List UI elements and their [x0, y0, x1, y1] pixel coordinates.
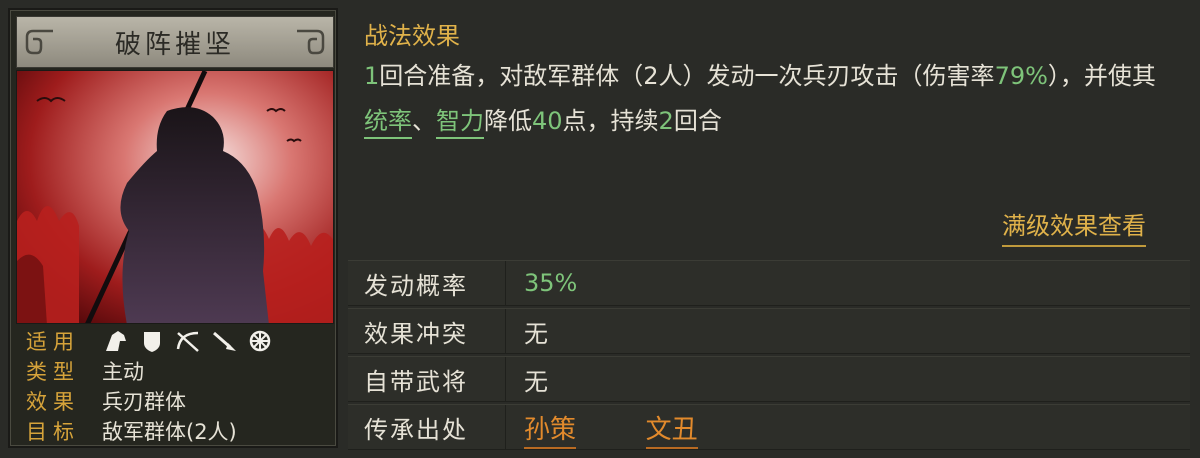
- row-innate-general: 自带武将 无: [348, 356, 1190, 402]
- innate-general-value: 无: [524, 367, 548, 396]
- desc-text: 、: [412, 107, 436, 135]
- desc-text: 点，持续: [562, 107, 659, 135]
- intelligence-stat-link[interactable]: 智力: [436, 107, 484, 139]
- row-effect-conflict: 效果冲突 无: [348, 308, 1190, 354]
- effect-conflict-value: 无: [524, 319, 548, 348]
- attr-value: 主动: [102, 360, 144, 384]
- attr-value: 兵刃群体: [102, 390, 186, 414]
- scroll-ornament-icon: [25, 29, 53, 55]
- row-activation-chance: 发动概率 35%: [348, 260, 1190, 306]
- shield-icon: [138, 329, 166, 353]
- desc-text: 回合: [673, 107, 722, 135]
- damage-rate: 79%: [994, 62, 1048, 90]
- attr-row-target: 目标 敌军群体(2人): [22, 416, 332, 446]
- attr-row-applicable: 适用: [22, 326, 332, 356]
- wheel-icon: [246, 329, 274, 353]
- skill-info-rows: 发动概率 35% 效果冲突 无 自带武将 无 传承出处 孙策 文丑: [348, 260, 1190, 452]
- skill-card: 破阵摧坚 适用 类型 主动 效果 兵刃群体 目标 敌军群体(2人): [8, 8, 338, 448]
- skill-attributes: 适用 类型 主动 效果 兵刃群体 目标 敌军群体(2人): [22, 326, 332, 446]
- prep-turns: 1: [364, 62, 380, 90]
- skill-name: 破阵摧坚: [114, 29, 235, 60]
- view-max-level-effect-link[interactable]: 满级效果查看: [1002, 206, 1146, 247]
- effect-title: 战法效果: [364, 22, 460, 50]
- effect-panel: 战法效果 1回合准备，对敌军群体（2人）发动一次兵刃攻击（伤害率79%），并使其…: [348, 8, 1190, 256]
- row-label: 效果冲突: [348, 309, 506, 353]
- row-label: 自带武将: [348, 357, 506, 401]
- effect-description: 1回合准备，对敌军群体（2人）发动一次兵刃攻击（伤害率79%），并使其统率、智力…: [364, 54, 1174, 144]
- scroll-ornament-icon: [297, 29, 325, 55]
- command-stat-link[interactable]: 统率: [364, 107, 412, 139]
- row-label: 传承出处: [348, 405, 506, 449]
- attr-label: 类型: [26, 360, 80, 384]
- desc-text: 降低: [484, 107, 532, 135]
- hero-link-wen-chou[interactable]: 文丑: [645, 414, 698, 449]
- attr-row-type: 类型 主动: [22, 356, 332, 386]
- attr-value: 敌军群体(2人): [102, 420, 237, 444]
- row-inheritance-source: 传承出处 孙策 文丑: [348, 404, 1190, 450]
- reduction-amount: 40: [532, 107, 563, 135]
- attr-row-effect: 效果 兵刃群体: [22, 386, 332, 416]
- duration-turns: 2: [658, 107, 674, 135]
- skill-artwork: [16, 70, 334, 324]
- desc-text: ），并使其: [1047, 62, 1156, 90]
- spear-icon: [210, 329, 238, 353]
- attr-label: 适用: [26, 330, 80, 354]
- activation-chance-value: 35%: [524, 269, 578, 297]
- cavalry-icon: [102, 329, 130, 353]
- bow-icon: [174, 329, 202, 353]
- attr-label: 效果: [26, 390, 80, 414]
- hero-link-sun-ce[interactable]: 孙策: [524, 414, 577, 449]
- attr-label: 目标: [26, 420, 80, 444]
- desc-text: 回合准备，对敌军群体（2人）发动一次兵刃攻击（伤害率: [379, 62, 995, 90]
- card-title-banner: 破阵摧坚: [16, 16, 334, 68]
- inheritance-heroes: 孙策 文丑: [506, 409, 760, 449]
- row-label: 发动概率: [348, 261, 506, 305]
